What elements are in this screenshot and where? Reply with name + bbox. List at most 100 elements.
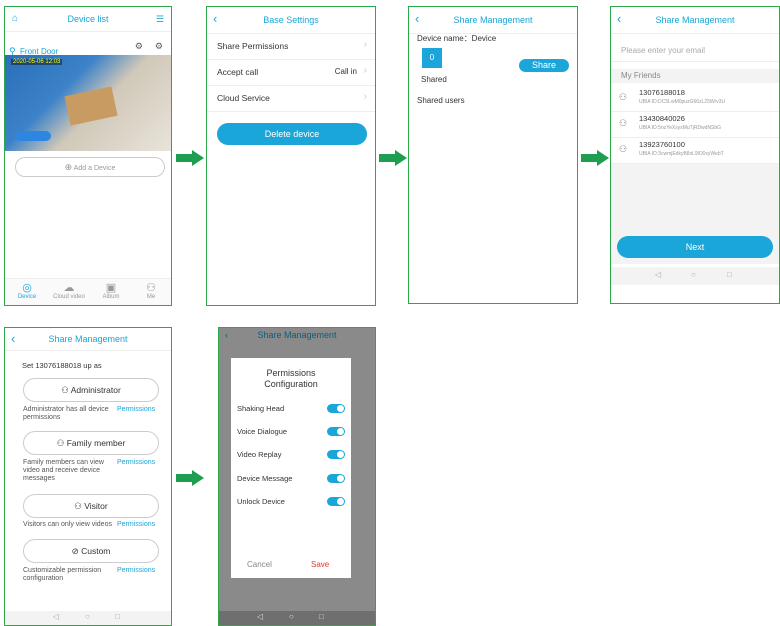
tab-cloud-video[interactable]: ☁ Cloud video xyxy=(51,281,87,300)
setup-text: Set 13076188018 up as xyxy=(22,361,102,370)
header: ‹ Base Settings xyxy=(207,7,375,34)
android-nav-bar: ◁ ○ □ xyxy=(219,611,375,625)
settings-row-share-permissions[interactable]: Share Permissions › xyxy=(207,33,375,60)
permissions-link[interactable]: Permissions xyxy=(117,567,155,574)
back-chevron-icon[interactable]: ‹ xyxy=(11,328,15,350)
email-input[interactable]: Please enter your email xyxy=(611,41,779,62)
header: ⌂ Device list ☰ xyxy=(5,7,171,32)
friends-header: My Friends xyxy=(611,69,779,83)
permissions-dialog: Permissions Configuration Shaking Head V… xyxy=(231,358,351,578)
flow-arrow-icon xyxy=(176,150,204,166)
permissions-link[interactable]: Permissions xyxy=(117,521,155,528)
permissions-dialog-screen: ‹ Share Management Permissions Configura… xyxy=(218,327,376,626)
home-icon[interactable]: ⌂ xyxy=(12,7,18,31)
delivery-box-shape xyxy=(64,86,118,126)
chevron-right-icon: › xyxy=(363,65,367,76)
tab-me[interactable]: ⚇ Me xyxy=(133,281,169,300)
role-selection-screen: ‹ Share Management Set 13076188018 up as… xyxy=(4,327,172,626)
menu-icon[interactable]: ☰ xyxy=(156,7,164,31)
page-title: Share Management xyxy=(655,15,735,25)
chevron-right-icon: › xyxy=(363,91,367,102)
settings-row-cloud-service[interactable]: Cloud Service › xyxy=(207,85,375,112)
toggle-switch[interactable] xyxy=(327,404,345,413)
next-button[interactable]: Next xyxy=(617,236,773,258)
nav-back-icon[interactable]: ◁ xyxy=(53,612,59,621)
android-nav-bar: ◁ ○ □ xyxy=(5,611,171,625)
nav-back-icon[interactable]: ◁ xyxy=(655,270,661,279)
flow-arrow-icon xyxy=(379,150,407,166)
friend-row[interactable]: ⚇ 13430840026 UBIA ID:5nzYeXsyxMuTjRDwdN… xyxy=(611,111,779,138)
role-family-member-button[interactable]: ⚇ Family member xyxy=(23,431,159,455)
friend-row[interactable]: ⚇ 13923760100 UBIA ID:3cwmjEdkyB8xL9lO0s… xyxy=(611,137,779,164)
permission-row[interactable]: Shaking Head xyxy=(231,402,351,416)
save-button[interactable]: Save xyxy=(311,560,329,569)
tab-album[interactable]: ▣ Album xyxy=(93,281,129,300)
nav-home-icon[interactable]: ○ xyxy=(691,270,696,279)
friend-row[interactable]: ⚇ 13076188018 UBIA ID:DC5LwM0puzG66zL25W… xyxy=(611,85,779,112)
device-card-header: ⚲ Front Door ⚙ ⚙ xyxy=(9,41,167,56)
shared-count-badge: 0 xyxy=(422,48,442,68)
album-icon: ▣ xyxy=(105,282,117,294)
base-settings-screen: ‹ Base Settings Share Permissions › Acce… xyxy=(206,6,376,306)
permissions-link[interactable]: Permissions xyxy=(117,406,155,413)
page-title: Base Settings xyxy=(263,15,319,25)
role-visitor-button[interactable]: ⚇ Visitor xyxy=(23,494,159,518)
flow-arrow-icon xyxy=(581,150,609,166)
role-custom-button[interactable]: ⊘ Custom xyxy=(23,539,159,563)
gear-icon[interactable]: ⚙ xyxy=(155,41,163,52)
share-button[interactable]: Share xyxy=(519,59,569,72)
permission-row[interactable]: Video Replay xyxy=(231,448,351,462)
header: ‹ Share Management xyxy=(219,328,375,342)
chevron-right-icon: › xyxy=(363,39,367,50)
permission-row[interactable]: Voice Dialogue xyxy=(231,425,351,439)
camera-preview[interactable]: 2020-05-06 12:03 xyxy=(5,55,171,151)
nav-back-icon[interactable]: ◁ xyxy=(257,612,263,621)
camera-icon[interactable]: ⚙ xyxy=(135,41,143,52)
page-title: Share Management xyxy=(453,15,533,25)
nav-recents-icon[interactable]: □ xyxy=(319,612,324,621)
tab-device[interactable]: ◎ Device xyxy=(9,281,45,300)
nav-home-icon[interactable]: ○ xyxy=(289,612,294,621)
header: ‹ Share Management xyxy=(611,7,779,34)
person-icon: ⚇ xyxy=(146,282,156,294)
back-chevron-icon[interactable]: ‹ xyxy=(617,7,621,31)
add-device-button[interactable]: ⊕ Add a Device xyxy=(15,157,165,177)
device-list-screen: ⌂ Device list ☰ ⚲ Front Door ⚙ ⚙ 2020-05… xyxy=(4,6,172,306)
toggle-switch[interactable] xyxy=(327,450,345,459)
permission-row[interactable]: Device Message xyxy=(231,472,351,486)
accept-call-value: Call in xyxy=(334,67,357,76)
page-title: Share Management xyxy=(48,334,128,344)
cloud-icon: ☁ xyxy=(63,282,75,294)
share-friends-screen: ‹ Share Management Please enter your ema… xyxy=(610,6,780,304)
settings-row-accept-call[interactable]: Accept call Call in › xyxy=(207,59,375,86)
timestamp-overlay: 2020-05-06 12:03 xyxy=(11,59,63,65)
nav-home-icon[interactable]: ○ xyxy=(85,612,90,621)
flow-arrow-icon xyxy=(176,470,204,486)
android-nav-bar: ◁ ○ □ xyxy=(611,267,779,285)
header: ‹ Share Management xyxy=(5,328,171,351)
share-management-screen: ‹ Share Management Device name：Device 0 … xyxy=(408,6,578,304)
permissions-link[interactable]: Permissions xyxy=(117,459,155,466)
cancel-button[interactable]: Cancel xyxy=(247,560,272,569)
nav-recents-icon[interactable]: □ xyxy=(727,270,732,279)
nav-recents-icon[interactable]: □ xyxy=(115,612,120,621)
delete-device-button[interactable]: Delete device xyxy=(217,123,367,145)
preview-button-shape xyxy=(15,131,51,141)
background-title: Share Management xyxy=(257,330,337,340)
device-tab-icon: ◎ xyxy=(22,282,32,294)
friend-avatar-icon: ⚇ xyxy=(619,118,628,128)
back-chevron-icon: ‹ xyxy=(225,330,228,340)
shared-label: Shared xyxy=(421,75,447,84)
back-chevron-icon[interactable]: ‹ xyxy=(415,7,419,31)
shared-users-label: Shared users xyxy=(417,96,465,105)
toggle-switch[interactable] xyxy=(327,497,345,506)
admin-user-icon: ⚇ xyxy=(61,385,69,395)
toggle-switch[interactable] xyxy=(327,427,345,436)
device-name-label: Device name：Device xyxy=(417,34,497,43)
toggle-switch[interactable] xyxy=(327,474,345,483)
back-chevron-icon[interactable]: ‹ xyxy=(213,7,217,31)
header: ‹ Share Management xyxy=(409,7,577,34)
permission-row[interactable]: Unlock Device xyxy=(231,495,351,509)
visitor-user-icon: ⚇ xyxy=(74,501,82,511)
role-administrator-button[interactable]: ⚇ Administrator xyxy=(23,378,159,402)
